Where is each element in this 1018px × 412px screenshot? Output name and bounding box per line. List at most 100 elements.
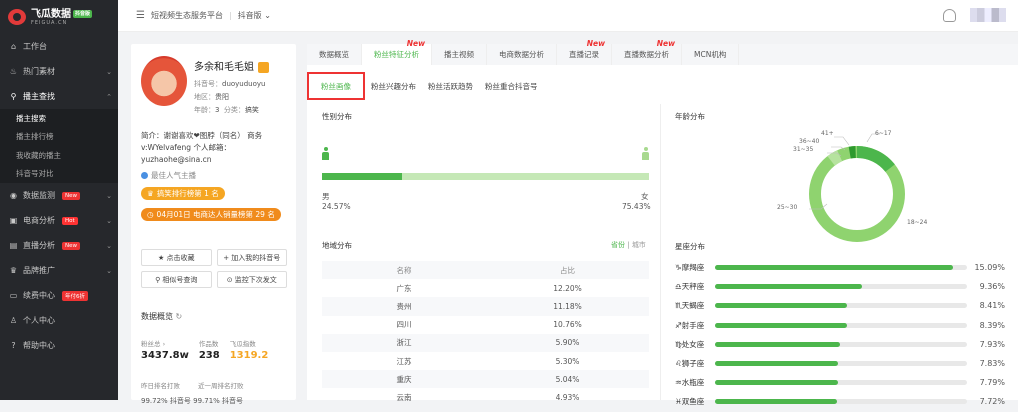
tab-ecommerce[interactable]: 电商数据分析: [487, 44, 557, 65]
zodiac-icon: ♍: [675, 339, 682, 349]
tab-live-analysis[interactable]: 直播数据分析 New: [612, 39, 682, 65]
sidebar-item-label: 直播分析: [23, 241, 55, 250]
refresh-icon[interactable]: ↻: [176, 312, 183, 321]
progress-track: [714, 322, 968, 328]
sidebar-item-workbench[interactable]: ⌂ 工作台: [0, 34, 118, 59]
sidebar-item-renewal[interactable]: ▭ 续费中心 年付6折: [0, 283, 118, 308]
table-header: 名称 占比: [322, 261, 649, 280]
tab-fan-analysis[interactable]: 粉丝特征分析 New: [362, 39, 432, 65]
sidebar-item-label: 工作台: [23, 42, 47, 51]
sidebar-item-help[interactable]: ? 帮助中心: [0, 333, 118, 358]
sidebar: 飞瓜数据 抖音版 FEIGUA.CN ⌂ 工作台 ♨ 热门素材 ⌄ ⚲ 播主查找 ⌃ 播主搜…: [0, 0, 118, 400]
sidebar-subitem-favorites[interactable]: 我收藏的播主: [0, 146, 118, 165]
sidebar-item-personal[interactable]: ♙ 个人中心: [0, 308, 118, 333]
sidebar-item-hot-materials[interactable]: ♨ 热门素材 ⌄: [0, 59, 118, 84]
monitor-icon: ◉: [10, 191, 17, 200]
tab-live-records[interactable]: 直播记录 New: [557, 39, 612, 65]
sidebar-subitem-compare[interactable]: 抖音号对比: [0, 164, 118, 183]
toggle-city[interactable]: 城市: [632, 241, 646, 249]
top-bar: ☰ 短视频生态服务平台 | 抖音版 ⌄: [118, 0, 1018, 32]
toggle-province[interactable]: 省份: [611, 241, 625, 249]
list-item: ♐射手座 8.39%: [675, 320, 1005, 330]
new-flag: New: [656, 39, 675, 48]
zodiac-icon: ♏: [675, 301, 682, 311]
rank-pill-ecommerce[interactable]: ◷ 04月01日 电商达人销量榜第 29 名: [141, 208, 281, 221]
sidebar-item-label: 个人中心: [23, 316, 55, 325]
toggle-sep: |: [625, 241, 632, 249]
subitem-label: 我收藏的播主: [16, 150, 61, 160]
menu-icon[interactable]: ☰: [136, 10, 145, 21]
hot-badge: Hot: [62, 216, 78, 225]
add-account-button[interactable]: + 加入我的抖音号: [216, 249, 287, 266]
new-flag: New: [406, 39, 425, 48]
douyin-id: 抖音号：duoyuduoyu: [194, 80, 266, 88]
logo-subtitle: FEIGUA.CN: [31, 19, 68, 26]
subtab-fan-overlap[interactable]: 粉丝重合抖音号: [479, 76, 544, 96]
region: 地区：贵阳: [194, 93, 229, 101]
crown-icon: ♛: [9, 266, 18, 275]
overview-title: 数据概览 ↻: [141, 312, 183, 321]
logo[interactable]: 飞瓜数据 抖音版 FEIGUA.CN: [0, 0, 118, 34]
sidebar-item-label: 播主查找: [23, 92, 55, 101]
card-icon: ▭: [9, 291, 18, 300]
similar-search-button[interactable]: ⚲ 相似号查询: [141, 271, 212, 288]
zodiac-icon: ♌: [675, 359, 682, 369]
rank-pill-comedy[interactable]: ♛ 搞笑排行榜第 1 名: [141, 187, 225, 200]
female-percent: 75.43%: [622, 202, 651, 211]
subtab-fan-interest[interactable]: 粉丝兴趣分布: [365, 76, 422, 96]
favorite-button[interactable]: ★ 点击收藏: [141, 249, 212, 266]
age-label-41-plus: 41+: [821, 130, 834, 137]
headset-icon[interactable]: [943, 8, 956, 22]
bio: 简介：谢谢喜欢❤图脖（同名） 商务v:WYelvafeng 个人邮箱：yuzha…: [141, 131, 263, 164]
new-badge: New: [62, 191, 80, 200]
logo-badge: 抖音版: [73, 9, 93, 18]
male-icon: [322, 147, 329, 160]
avatar[interactable]: [970, 8, 1006, 22]
sidebar-item-label: 热门素材: [23, 67, 55, 76]
stat-followers[interactable]: 粉丝总 › 3437.8w: [141, 338, 189, 361]
region-toggle: 省份 | 城市: [611, 240, 646, 250]
sidebar-item-monitoring[interactable]: ◉ 数据监测 New ⌄: [0, 183, 118, 208]
fire-icon: ♨: [9, 67, 18, 76]
table-row: 江苏 5.30%: [396, 356, 580, 366]
zodiac-icon: ♎: [675, 282, 682, 292]
tab-mcn[interactable]: MCN机构: [682, 44, 740, 65]
stats-row: 粉丝总 › 3437.8w 作品数 238 飞瓜指数 1319.2: [141, 338, 291, 361]
region-title: 地域分布: [322, 241, 352, 250]
subtab-fan-portrait[interactable]: 粉丝画像: [307, 72, 365, 100]
platform-switch[interactable]: 抖音版 ⌄: [238, 10, 271, 21]
sidebar-item-live[interactable]: ▤ 直播分析 New ⌄: [0, 233, 118, 258]
subitem-label: 播主搜索: [16, 113, 46, 123]
male-percent: 24.57%: [322, 202, 351, 211]
logo-icon: [8, 9, 26, 25]
monitor-button[interactable]: ⊙ 监控下次发文: [216, 271, 287, 288]
sidebar-item-brand[interactable]: ♛ 品牌推广 ⌄: [0, 258, 118, 283]
tab-videos[interactable]: 播主视频: [432, 44, 487, 65]
tab-overview[interactable]: 数据概览: [307, 44, 362, 65]
age-category: 年龄：3 分类：搞笑: [194, 106, 259, 114]
progress-fill: [714, 361, 839, 367]
sidebar-subitem-ranking[interactable]: 播主排行榜: [0, 127, 118, 146]
profile-card: 多余和毛毛姐 抖音号：duoyuduoyu 地区：贵阳 年龄：3 分类：搞笑 简…: [131, 44, 296, 405]
region-table: 名称 占比 广东 12.20% 贵州 11.18% 四川 10.76% 浙江 5.90% …: [322, 261, 649, 407]
age-label-25-30: 25~30: [777, 204, 798, 211]
sidebar-item-label: 帮助中心: [23, 341, 55, 350]
female-icon: [642, 147, 649, 160]
zodiac-icon: ♓: [675, 397, 682, 407]
progress-track: [714, 265, 968, 271]
sidebar-subitem-search[interactable]: 播主搜索: [0, 109, 118, 128]
table-row: 云南 4.93%: [396, 392, 580, 402]
subtab-fan-activity[interactable]: 粉丝活跃趋势: [422, 76, 479, 96]
progress-track: [714, 380, 968, 386]
gender-title: 性别分布: [322, 112, 352, 121]
progress-fill: [714, 265, 953, 271]
help-icon: ?: [11, 341, 16, 350]
gender-bar: [322, 173, 649, 180]
progress-fill: [714, 284, 863, 290]
sidebar-item-influencer-search[interactable]: ⚲ 播主查找 ⌃: [0, 84, 118, 109]
zodiac-title: 星座分布: [675, 242, 705, 251]
home-icon: ⌂: [10, 42, 17, 51]
sidebar-item-ecommerce[interactable]: ▣ 电商分析 Hot ⌄: [0, 208, 118, 233]
zodiac-icon: ♒: [675, 378, 682, 388]
progress-track: [714, 399, 968, 405]
